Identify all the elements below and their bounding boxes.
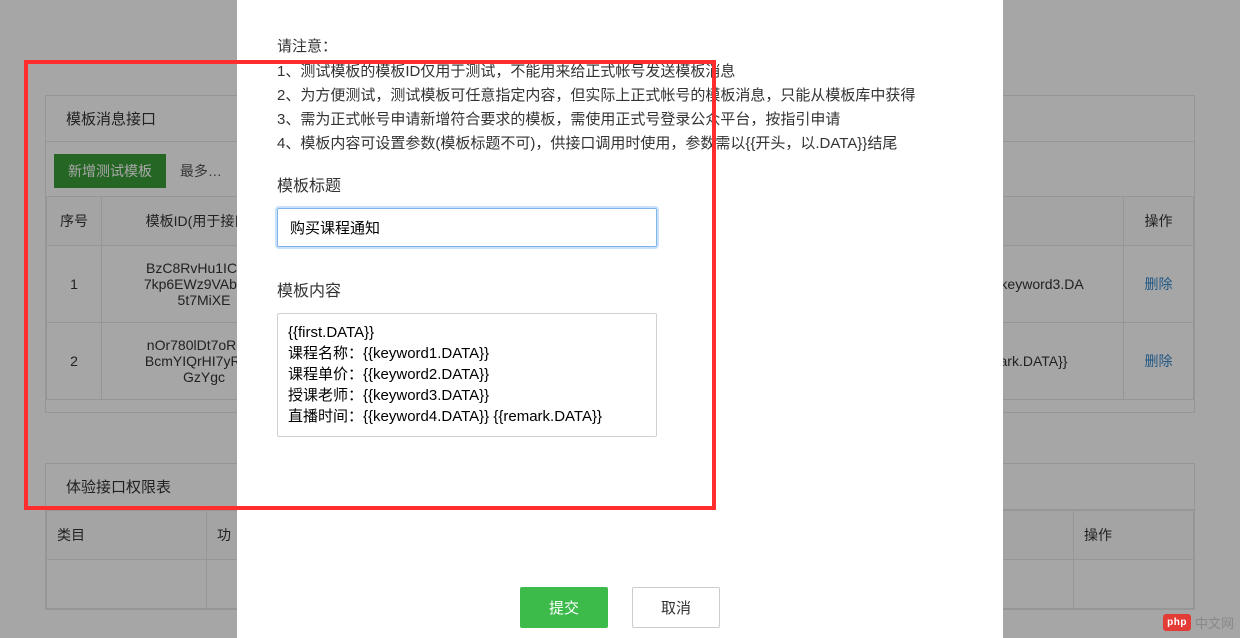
template-modal: 请注意： 1、测试模板的模板ID仅用于测试，不能用来给正式帐号发送模板消息 2、…	[237, 0, 1003, 638]
notice-item: 1、测试模板的模板ID仅用于测试，不能用来给正式帐号发送模板消息	[277, 60, 963, 84]
notice-item: 3、需为正式帐号申请新增符合要求的模板，需使用正式号登录公众平台，按指引申请	[277, 108, 963, 132]
template-content-label: 模板内容	[277, 277, 963, 301]
watermark-text: 中文网	[1195, 613, 1234, 632]
notice-item: 2、为方便测试，测试模板可任意指定内容，但实际上正式帐号的模板消息，只能从模板库…	[277, 84, 963, 108]
notice-heading: 请注意：	[277, 35, 963, 56]
template-title-input[interactable]	[277, 208, 657, 247]
modal-actions: 提交 取消	[237, 587, 1003, 628]
notice-list: 1、测试模板的模板ID仅用于测试，不能用来给正式帐号发送模板消息 2、为方便测试…	[277, 60, 963, 156]
notice-item: 4、模板内容可设置参数(模板标题不可)，供接口调用时使用，参数需以{{开头，以.…	[277, 132, 963, 156]
template-content-textarea[interactable]	[277, 313, 657, 437]
cancel-button[interactable]: 取消	[632, 587, 720, 628]
watermark-badge: php	[1163, 614, 1191, 631]
template-title-label: 模板标题	[277, 172, 963, 196]
watermark: php 中文网	[1163, 613, 1234, 632]
submit-button[interactable]: 提交	[520, 587, 608, 628]
